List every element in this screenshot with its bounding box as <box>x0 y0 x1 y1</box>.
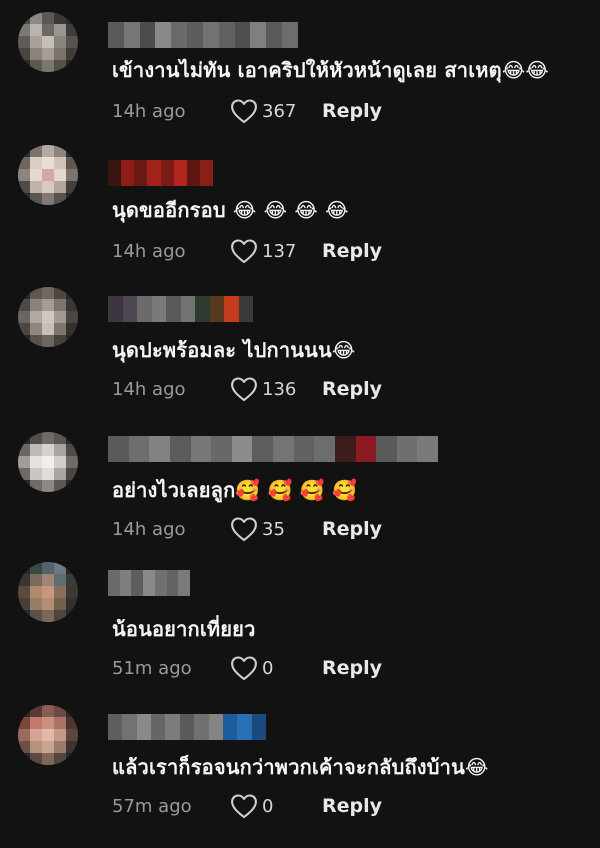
avatar[interactable] <box>18 705 78 765</box>
avatar[interactable] <box>18 432 78 492</box>
comment-meta: 14h ago 137 Reply <box>112 236 382 266</box>
comment-meta: 14h ago 136 Reply <box>112 374 382 404</box>
username-pixelated[interactable] <box>108 714 266 740</box>
comment-text: นุดขออีกรอบ 😂 😂 😂 😂 <box>112 198 349 222</box>
reply-button[interactable]: Reply <box>322 657 382 679</box>
reply-button[interactable]: Reply <box>322 518 382 540</box>
username-pixelated[interactable] <box>108 22 298 48</box>
avatar[interactable] <box>18 562 78 622</box>
like-button[interactable]: 35 <box>230 516 300 542</box>
like-count: 35 <box>262 518 285 540</box>
avatar[interactable] <box>18 145 78 205</box>
comment-meta: 14h ago 367 Reply <box>112 96 382 126</box>
heart-outline-icon <box>231 99 257 124</box>
username-pixelated[interactable] <box>108 570 191 596</box>
heart-outline-icon <box>231 377 257 402</box>
comment-meta: 57m ago 0 Reply <box>112 791 382 821</box>
comment-text: เข้างานไม่ทัน เอาคริปให้หัวหน้าดูเลย สาเ… <box>112 58 549 82</box>
like-button[interactable]: 137 <box>230 238 300 264</box>
like-button[interactable]: 136 <box>230 376 300 402</box>
comment-meta: 14h ago 35 Reply <box>112 514 382 544</box>
username-pixelated[interactable] <box>108 436 438 462</box>
avatar[interactable] <box>18 287 78 347</box>
username-pixelated[interactable] <box>108 160 213 186</box>
timestamp: 51m ago <box>112 657 192 679</box>
like-count: 136 <box>262 378 297 400</box>
comment-text: น้อนอยากเที่ยยว <box>112 617 256 641</box>
reply-button[interactable]: Reply <box>322 795 382 817</box>
heart-outline-icon <box>231 656 257 681</box>
like-button[interactable]: 0 <box>230 655 300 681</box>
timestamp: 57m ago <box>112 795 192 817</box>
like-button[interactable]: 367 <box>230 98 300 124</box>
like-count: 0 <box>262 795 274 817</box>
timestamp: 14h ago <box>112 518 186 540</box>
timestamp: 14h ago <box>112 100 186 122</box>
comment-meta: 51m ago 0 Reply <box>112 653 382 683</box>
comment-text: นุดปะพร้อมละ ไปกานนน😂 <box>112 338 356 362</box>
comment-text: แล้วเราก็รอจนกว่าพวกเค้าจะกลับถึงบ้าน😂 <box>112 755 489 779</box>
heart-outline-icon <box>231 794 257 819</box>
reply-button[interactable]: Reply <box>322 378 382 400</box>
like-count: 0 <box>262 657 274 679</box>
avatar[interactable] <box>18 12 78 72</box>
heart-outline-icon <box>231 517 257 542</box>
heart-outline-icon <box>231 239 257 264</box>
reply-button[interactable]: Reply <box>322 100 382 122</box>
like-count: 367 <box>262 100 297 122</box>
timestamp: 14h ago <box>112 378 186 400</box>
timestamp: 14h ago <box>112 240 186 262</box>
like-button[interactable]: 0 <box>230 793 300 819</box>
comment-text: อย่างไวเลยลูก🥰 🥰 🥰 🥰 <box>112 478 358 502</box>
like-count: 137 <box>262 240 297 262</box>
reply-button[interactable]: Reply <box>322 240 382 262</box>
username-pixelated[interactable] <box>108 296 253 322</box>
